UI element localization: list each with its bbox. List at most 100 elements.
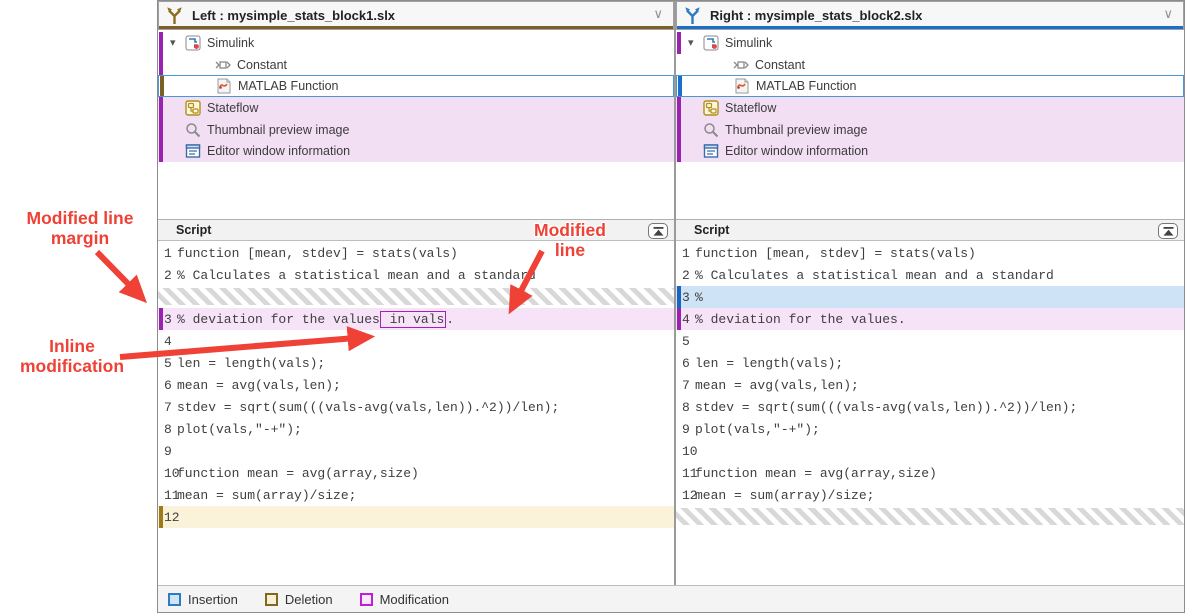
code-line: 5 (676, 330, 1184, 352)
legend-modification: Modification (360, 592, 449, 607)
modified-margin-bar (677, 97, 681, 119)
constant-block-icon (215, 57, 231, 73)
modified-margin-bar (159, 140, 163, 162)
right-pane: Right : mysimple_stats_block2.slx ∨ ▾ Si… (676, 1, 1184, 587)
annotation-inline-modification: Inline modification (8, 336, 136, 377)
line-number: 7 (676, 378, 695, 393)
left-file-selector[interactable]: Left : mysimple_stats_block1.slx ∨ (158, 1, 674, 30)
alignment-spacer-row (676, 506, 1184, 528)
compare-fork-icon (166, 6, 183, 25)
magnifier-icon (185, 122, 201, 138)
tree-item-label: Simulink (207, 36, 254, 50)
expander-icon[interactable]: ▾ (170, 36, 185, 49)
line-text: % deviation for the values. (695, 312, 906, 327)
collapse-section-button[interactable] (648, 223, 668, 239)
line-number: 6 (158, 378, 177, 393)
line-text: mean = sum(array)/size; (177, 488, 356, 503)
line-text: function [mean, stdev] = stats(vals) (695, 246, 976, 261)
diff-legend: Insertion Deletion Modification (158, 585, 1184, 612)
tree-item-simulink[interactable]: ▾ Simulink (676, 32, 1184, 54)
comparison-window: Left : mysimple_stats_block1.slx ∨ ▾ Sim… (157, 0, 1185, 613)
hatch-pattern (676, 508, 1184, 525)
line-number: 1 (158, 246, 177, 261)
selected-right-margin-bar (678, 76, 682, 96)
tree-item-constant[interactable]: Constant (158, 54, 674, 76)
tree-item-label: Simulink (725, 36, 772, 50)
tree-item-editor-info[interactable]: Editor window information (158, 140, 674, 162)
deleted-code-line[interactable]: 12 (158, 506, 674, 528)
tree-item-label: Constant (755, 58, 805, 72)
chevron-down-icon: ∨ (1163, 6, 1173, 22)
tree-item-editor-info[interactable]: Editor window information (676, 140, 1184, 162)
right-accent-underline (677, 26, 1183, 29)
line-number: 5 (676, 334, 695, 349)
editor-window-icon (185, 143, 201, 159)
line-text: len = length(vals); (695, 356, 843, 371)
legend-insertion: Insertion (168, 592, 238, 607)
line-text: mean = avg(vals,len); (695, 378, 859, 393)
right-file-selector[interactable]: Right : mysimple_stats_block2.slx ∨ (676, 1, 1184, 30)
left-accent-underline (159, 26, 673, 29)
expander-icon[interactable]: ▾ (688, 36, 703, 49)
script-section-label: Script (176, 223, 211, 237)
left-file-title: Left : mysimple_stats_block1.slx (192, 8, 395, 23)
modification-color-swatch (360, 593, 373, 606)
constant-block-icon (733, 57, 749, 73)
tree-item-label: MATLAB Function (756, 79, 857, 93)
code-line: 6 mean = avg(vals,len); (158, 374, 674, 396)
line-text: function mean = avg(array,size) (177, 466, 419, 481)
line-text: mean = avg(vals,len); (177, 378, 341, 393)
tree-item-stateflow[interactable]: Stateflow (158, 97, 674, 119)
tree-item-thumbnail[interactable]: Thumbnail preview image (676, 119, 1184, 141)
line-number: 12 (676, 488, 695, 503)
tree-item-matlab-function[interactable]: MATLAB Function (158, 75, 674, 97)
modified-line-margin-bar (159, 308, 163, 330)
magnifier-icon (703, 122, 719, 138)
tree-item-constant[interactable]: Constant (676, 54, 1184, 76)
tree-item-thumbnail[interactable]: Thumbnail preview image (158, 119, 674, 141)
chevron-down-icon: ∨ (653, 6, 663, 22)
code-line: 5 len = length(vals); (158, 352, 674, 374)
collapse-up-icon (1163, 227, 1174, 236)
legend-label: Deletion (285, 592, 333, 607)
line-text: plot(vals,"-+"); (695, 422, 820, 437)
annotation-modified-line: Modified line (524, 220, 616, 261)
tree-item-matlab-function[interactable]: MATLAB Function (676, 75, 1184, 97)
line-number: 2 (158, 268, 177, 283)
right-tree: ▾ Simulink Constant (676, 32, 1184, 162)
inserted-line-margin-bar (677, 286, 681, 308)
collapse-section-button[interactable] (1158, 223, 1178, 239)
line-number: 2 (676, 268, 695, 283)
tree-item-stateflow[interactable]: Stateflow (676, 97, 1184, 119)
code-line: 1 function [mean, stdev] = stats(vals) (676, 242, 1184, 264)
stateflow-icon (185, 100, 201, 116)
legend-label: Modification (380, 592, 449, 607)
line-text: plot(vals,"-+"); (177, 422, 302, 437)
inline-modification-box[interactable]: in vals (380, 311, 446, 328)
modified-code-line[interactable]: 4 % deviation for the values. (676, 308, 1184, 330)
right-file-title: Right : mysimple_stats_block2.slx (710, 8, 922, 23)
tree-item-label: Stateflow (207, 101, 258, 115)
code-line: 10 function mean = avg(array,size) (158, 462, 674, 484)
matlab-function-icon (216, 78, 232, 94)
line-number: 8 (676, 400, 695, 415)
code-line: 2 % Calculates a statistical mean and a … (158, 264, 674, 286)
simulink-model-icon (185, 35, 201, 51)
modified-code-line[interactable]: 3 % deviation for the values in vals. (158, 308, 674, 330)
line-text: function [mean, stdev] = stats(vals) (177, 246, 458, 261)
line-text: % Calculates a statistical mean and a st… (177, 268, 536, 283)
tree-item-label: Editor window information (207, 144, 350, 158)
line-number: 9 (158, 444, 177, 459)
line-number: 11 (158, 488, 177, 503)
code-line: 6 len = length(vals); (676, 352, 1184, 374)
code-line: 9 plot(vals,"-+"); (676, 418, 1184, 440)
left-tree: ▾ Simulink Constant (158, 32, 674, 162)
modified-margin-bar (159, 54, 163, 76)
tree-item-simulink[interactable]: ▾ Simulink (158, 32, 674, 54)
tree-item-label: Constant (237, 58, 287, 72)
code-line: 8 stdev = sqrt(sum(((vals-avg(vals,len))… (676, 396, 1184, 418)
right-script-header: Script (676, 219, 1184, 241)
line-text: % deviation for the values (177, 312, 380, 327)
inserted-code-line[interactable]: 3 % (676, 286, 1184, 308)
tree-item-label: Thumbnail preview image (207, 123, 349, 137)
